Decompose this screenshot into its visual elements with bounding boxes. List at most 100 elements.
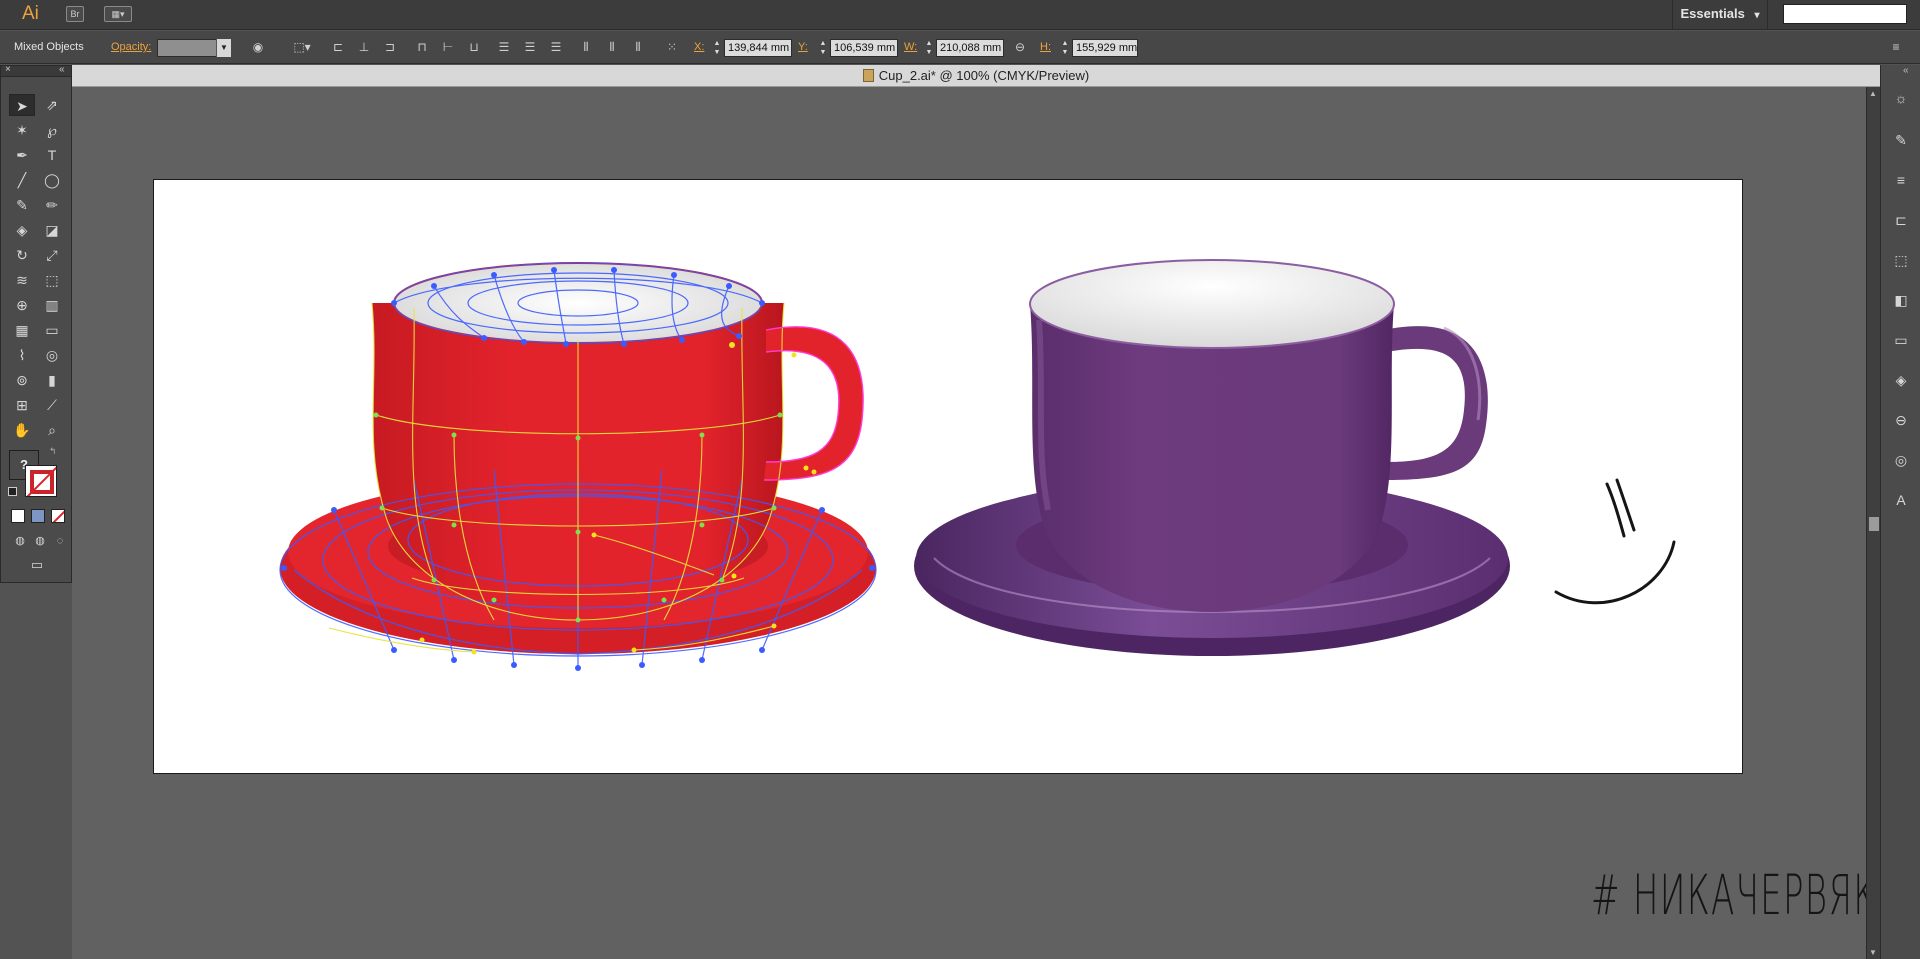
artboard-tool-icon[interactable]: ⊞ (9, 394, 35, 416)
distribute-top-icon[interactable]: ☰ (496, 40, 512, 55)
artwork-canvas[interactable] (154, 180, 1744, 775)
paintbrush-tool-icon[interactable]: ✎ (9, 194, 35, 216)
column-graph-tool-icon[interactable]: ▮ (39, 369, 65, 391)
gradient-panel-icon[interactable]: ▭ (1890, 329, 1912, 351)
bridge-button[interactable]: Br (66, 6, 84, 22)
character-panel-icon[interactable]: A (1890, 489, 1912, 511)
eyedropper-tool-icon[interactable]: ⌇ (9, 344, 35, 366)
line-tool-icon[interactable]: ╱ (9, 169, 35, 191)
swap-fill-stroke-icon[interactable]: ↰ (49, 446, 57, 457)
collapse-icon[interactable]: « (59, 64, 65, 75)
w-field[interactable]: 210,088 mm (936, 39, 1004, 57)
none-mode-icon[interactable] (51, 509, 65, 523)
w-stepper[interactable]: ▲ ▼ (924, 39, 934, 57)
align-bottom-icon[interactable]: ⊔ (466, 40, 482, 55)
appearance-panel-icon[interactable]: ◎ (1890, 449, 1912, 471)
distribute-left-icon[interactable]: ⫴ (578, 40, 594, 55)
align-center-horizontal-icon[interactable]: ⊥ (356, 40, 372, 55)
application-bar: Ai Br ▦▾ Essentials ▾ (0, 0, 1920, 30)
red-cup-mesh-object[interactable] (279, 262, 877, 671)
hashtag-text[interactable]: # НИКАЧЕРВЯК (1591, 863, 1877, 927)
control-bar: Mixed Objects Opacity: ▼ ◉ ⬚▾ ⊏ ⊥ ⊐ ⊓ ⊢ … (0, 31, 1920, 64)
default-fill-stroke-icon[interactable] (8, 487, 17, 496)
lasso-tool-icon[interactable]: ℘ (39, 119, 65, 141)
selection-tool-icon[interactable]: ➤ (9, 94, 35, 116)
scroll-up-icon[interactable]: ▲ (1869, 89, 1877, 98)
align-panel-icon[interactable]: ⊏ (1890, 209, 1912, 231)
panel-dock: « ☼ ✎ ≡ ⊏ ⬚ ◧ ▭ ◈ ⊖ ◎ A (1880, 65, 1920, 959)
constrain-proportions-link-icon[interactable]: ⊖ (1010, 40, 1030, 55)
draw-inside-icon[interactable]: ◌ (47, 530, 73, 552)
gradient-tool-icon[interactable]: ▭ (39, 319, 65, 341)
align-left-icon[interactable]: ⊏ (330, 40, 346, 55)
eraser-tool-icon[interactable]: ◪ (39, 219, 65, 241)
magic-wand-tool-icon[interactable]: ✶ (9, 119, 35, 141)
stroke-swatch[interactable] (25, 465, 57, 497)
tools-panel-header[interactable]: × « (1, 64, 71, 77)
links-panel-icon[interactable]: ⊖ (1890, 409, 1912, 431)
close-icon[interactable]: × (5, 64, 11, 75)
direct-selection-tool-icon[interactable]: ⇗ (39, 94, 65, 116)
align-to-selection-icon[interactable]: ⬚▾ (290, 40, 314, 55)
zoom-tool-icon[interactable]: ⌕ (39, 419, 65, 441)
scrollbar-thumb[interactable] (1869, 517, 1879, 531)
stroke-panel-icon[interactable]: ≡ (1890, 169, 1912, 191)
warp-tool-icon[interactable]: ≋ (9, 269, 35, 291)
w-label: W: (904, 41, 918, 53)
x-stepper[interactable]: ▲ ▼ (712, 39, 722, 57)
smile-doodle[interactable] (1554, 478, 1676, 605)
y-field[interactable]: 106,539 mm (830, 39, 898, 57)
distribute-center-horizontal-icon[interactable]: ⫴ (604, 40, 620, 55)
brushes-panel-icon[interactable]: ✎ (1890, 129, 1912, 151)
h-field[interactable]: 155,929 mm (1072, 39, 1138, 57)
y-label: Y: (798, 41, 808, 53)
align-right-icon[interactable]: ⊐ (382, 40, 398, 55)
pencil-tool-icon[interactable]: ✏ (39, 194, 65, 216)
recolor-artwork-icon[interactable]: ◉ (250, 40, 266, 55)
illustrator-logo: Ai (22, 3, 39, 24)
transform-panel-icon[interactable]: ⬚ (1890, 249, 1912, 271)
arrange-documents-button[interactable]: ▦▾ (104, 6, 132, 22)
distribute-center-vertical-icon[interactable]: ☰ (522, 40, 538, 55)
slice-tool-icon[interactable]: ⟋ (39, 394, 65, 416)
color-panel-icon[interactable]: ☼ (1890, 87, 1912, 109)
document-file-icon (862, 69, 874, 82)
opacity-dropdown-arrow[interactable]: ▼ (216, 39, 231, 57)
control-panel-menu-icon[interactable]: ≡ (1888, 40, 1904, 55)
scroll-down-icon[interactable]: ▼ (1869, 948, 1877, 957)
x-field[interactable]: 139,844 mm (724, 39, 792, 57)
hand-tool-icon[interactable]: ✋ (9, 419, 35, 441)
mesh-tool-icon[interactable]: ▦ (9, 319, 35, 341)
free-transform-tool-icon[interactable]: ⬚ (39, 269, 65, 291)
purple-cup-object[interactable] (914, 259, 1510, 656)
search-input[interactable] (1783, 4, 1907, 24)
pathfinder-panel-icon[interactable]: ◧ (1890, 289, 1912, 311)
h-stepper[interactable]: ▲ ▼ (1060, 39, 1070, 57)
scale-tool-icon[interactable]: ⤢ (39, 244, 65, 266)
align-top-icon[interactable]: ⊓ (414, 40, 430, 55)
color-mode-icon[interactable] (11, 509, 25, 523)
opacity-label[interactable]: Opacity: (111, 31, 151, 64)
type-tool-icon[interactable]: T (39, 144, 65, 166)
symbol-sprayer-tool-icon[interactable]: ⊚ (9, 369, 35, 391)
distribute-bottom-icon[interactable]: ☰ (548, 40, 564, 55)
perspective-grid-tool-icon[interactable]: ▥ (39, 294, 65, 316)
artboard[interactable]: # НИКАЧЕРВЯК (153, 179, 1876, 927)
workspace-switcher[interactable]: Essentials ▾ (1672, 0, 1768, 30)
blob-brush-tool-icon[interactable]: ◈ (9, 219, 35, 241)
ellipse-tool-icon[interactable]: ◯ (39, 169, 65, 191)
gradient-mode-icon[interactable] (31, 509, 45, 523)
expand-panels-icon[interactable]: « (1903, 65, 1909, 76)
blend-tool-icon[interactable]: ◎ (39, 344, 65, 366)
reference-point-icon[interactable]: ⁙ (662, 40, 682, 55)
rotate-tool-icon[interactable]: ↻ (9, 244, 35, 266)
y-stepper[interactable]: ▲ ▼ (818, 39, 828, 57)
align-center-vertical-icon[interactable]: ⊢ (440, 40, 456, 55)
shape-builder-tool-icon[interactable]: ⊕ (9, 294, 35, 316)
vertical-scrollbar[interactable]: ▲ ▼ (1866, 87, 1880, 959)
pen-tool-icon[interactable]: ✒ (9, 144, 35, 166)
distribute-right-icon[interactable]: ⫴ (630, 40, 646, 55)
change-screen-mode-icon[interactable]: ▭ (23, 554, 51, 576)
document-tab[interactable]: Cup_2.ai* @ 100% (CMYK/Preview) (72, 65, 1880, 87)
layers-panel-icon[interactable]: ◈ (1890, 369, 1912, 391)
